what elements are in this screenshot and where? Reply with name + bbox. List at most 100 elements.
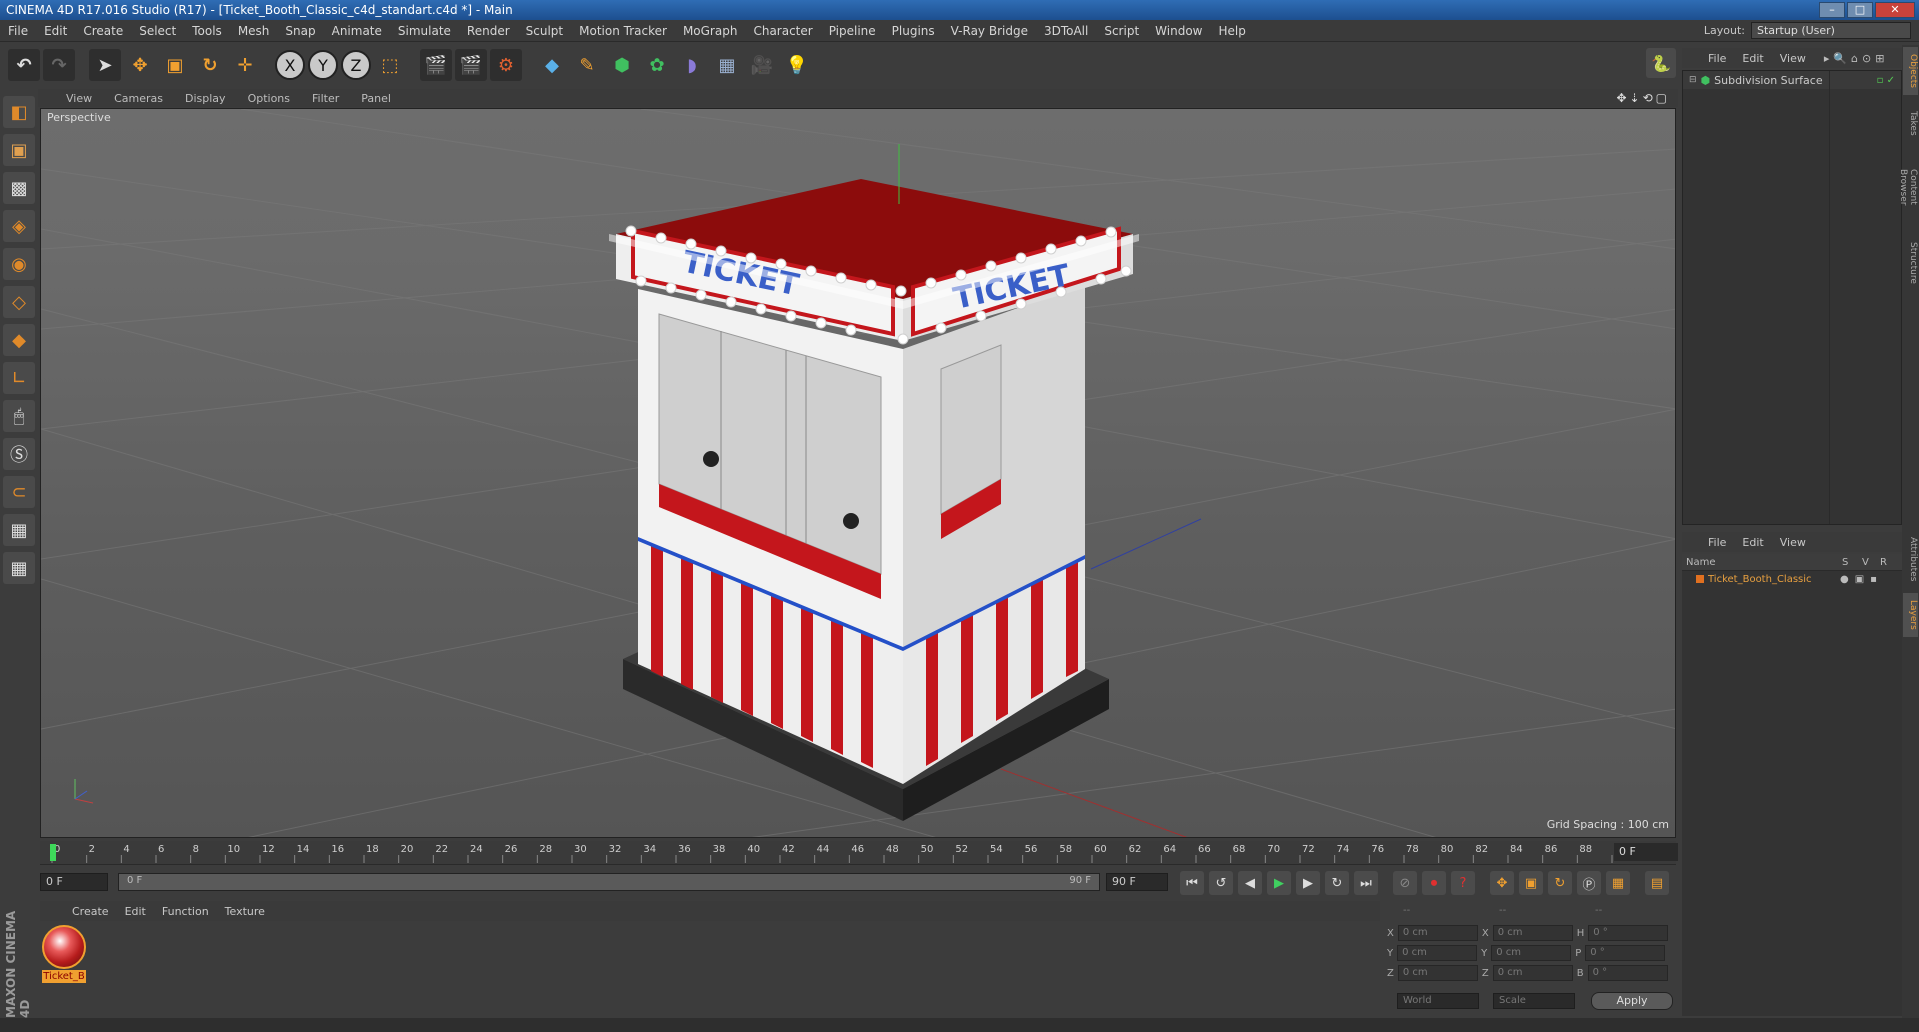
mograph-cloner-icon[interactable]: ✿ [641,49,673,81]
object-menu-edit[interactable]: Edit [1734,52,1771,65]
key-position-icon[interactable]: ✥ [1490,871,1514,895]
object-menu-view[interactable]: View [1772,52,1814,65]
menu-mesh[interactable]: Mesh [230,24,278,38]
viewport-menu-options[interactable]: Options [238,92,300,105]
key-parameter-icon[interactable]: Ⓟ [1577,871,1601,895]
layer-menu-edit[interactable]: Edit [1734,536,1771,549]
keyframe-selection-icon[interactable]: ⊘ [1393,871,1417,895]
material-menu-create[interactable]: Create [64,905,117,918]
previous-key-icon[interactable]: ↺ [1209,871,1233,895]
viewport-menu-cameras[interactable]: Cameras [104,92,173,105]
autokeying-icon[interactable]: ? [1451,871,1475,895]
rotation-b-field[interactable]: 0 ° [1587,965,1668,981]
viewport-menu-display[interactable]: Display [175,92,236,105]
object-menu-file[interactable]: File [1700,52,1734,65]
current-frame-field[interactable]: 0 F [1614,843,1678,861]
pen-spline-icon[interactable]: ✎ [571,49,603,81]
material-menu-edit[interactable]: Edit [117,905,154,918]
model-mode-icon[interactable]: ◧ [3,96,35,128]
go-to-end-icon[interactable]: ⏭ [1354,871,1378,895]
texture-mode-icon[interactable]: ▩ [3,172,35,204]
edges-mode-icon[interactable]: ◇ [3,286,35,318]
menu-select[interactable]: Select [131,24,184,38]
z-axis-lock-button[interactable]: Z [341,50,371,80]
render-settings-icon[interactable]: ⚙ [490,49,522,81]
playhead-marker[interactable] [50,844,56,861]
render-picture-viewer-icon[interactable]: 🎬 [455,49,487,81]
close-button[interactable]: ✕ [1875,2,1915,18]
rotate-icon[interactable]: ↻ [194,49,226,81]
key-point-level-icon[interactable]: ▦ [1606,871,1630,895]
position-z-field[interactable]: 0 cm [1397,965,1478,981]
key-rotation-icon[interactable]: ↻ [1548,871,1572,895]
next-frame-icon[interactable]: ▶ [1296,871,1320,895]
material-preview-sphere[interactable] [42,925,86,969]
perspective-viewport[interactable]: TICKET TICKET Perspective Grid Spacing:… [40,108,1676,838]
end-frame-field[interactable]: 90 F [1106,873,1168,891]
redo-icon[interactable]: ↷ [43,49,75,81]
maximize-button[interactable]: □ [1847,2,1873,18]
position-y-field[interactable]: 0 cm [1397,945,1478,961]
menu-sculpt[interactable]: Sculpt [518,24,571,38]
menu-window[interactable]: Window [1147,24,1210,38]
apply-button[interactable]: Apply [1591,992,1673,1010]
solo-icon[interactable]: Ⓢ [3,438,35,470]
viewport-menu-view[interactable]: View [56,92,102,105]
object-mode-icon[interactable]: ▣ [3,134,35,166]
tab-structure[interactable]: Structure [1903,233,1918,293]
menu-help[interactable]: Help [1210,24,1253,38]
size-z-field[interactable]: 0 cm [1492,965,1573,981]
points-mode-icon[interactable]: ◉ [3,248,35,280]
menu-mograph[interactable]: MoGraph [675,24,746,38]
menu-tools[interactable]: Tools [184,24,230,38]
expand-icon[interactable]: ⊟ [1689,75,1697,85]
layer-menu-file[interactable]: File [1700,536,1734,549]
subdivision-generator-icon[interactable]: ⬢ [606,49,638,81]
minimize-button[interactable]: – [1819,2,1845,18]
menu-motion-tracker[interactable]: Motion Tracker [571,24,675,38]
coordinate-system-icon[interactable]: ⬚ [374,49,406,81]
menu-character[interactable]: Character [745,24,820,38]
material-name-label[interactable]: Ticket_B [42,970,86,983]
object-manager-tools-icons[interactable]: ▸🔍⌂⊙⊞ [1824,52,1889,65]
tab-attributes[interactable]: Attributes [1903,529,1918,589]
tab-objects[interactable]: Objects [1903,47,1918,95]
position-x-field[interactable]: 0 cm [1397,925,1478,941]
start-frame-field[interactable]: 0 F [40,873,108,891]
select-cursor-icon[interactable]: ➤ [89,49,121,81]
layer-toggle-icons[interactable]: ●▣▪ [1840,574,1883,585]
camera-icon[interactable]: 🎥 [746,49,778,81]
tab-layers[interactable]: Layers [1903,593,1918,637]
snap-magnet-icon[interactable]: ⊂ [3,476,35,508]
size-x-field[interactable]: 0 cm [1492,925,1573,941]
size-y-field[interactable]: 0 cm [1491,945,1572,961]
timeline-ruler[interactable]: 0 2 4 6 8 10 12 14 16 18 20 22 24 26 28 30 32 34 36 38 40 42 4… [40,841,1676,865]
previous-frame-icon[interactable]: ◀ [1238,871,1262,895]
menu-create[interactable]: Create [75,24,131,38]
object-row-subdivision-surface[interactable]: ⊟ ⬢ Subdivision Surface ▫ ✓ [1683,71,1901,89]
tab-takes[interactable]: Takes [1903,103,1918,143]
menu-simulate[interactable]: Simulate [390,24,459,38]
cube-primitive-icon[interactable]: ◆ [536,49,568,81]
key-scale-icon[interactable]: ▣ [1519,871,1543,895]
workplane-icon[interactable]: ◈ [3,210,35,242]
floor-scene-icon[interactable]: ▦ [711,49,743,81]
light-icon[interactable]: 💡 [781,49,813,81]
record-active-objects-icon[interactable]: ⏺ [1422,871,1446,895]
menu-render[interactable]: Render [459,24,518,38]
menu-vray-bridge[interactable]: V-Ray Bridge [943,24,1036,38]
layer-row[interactable]: Ticket_Booth_Classic ●▣▪ [1682,571,1902,587]
move-icon[interactable]: ✥ [124,49,156,81]
x-axis-lock-button[interactable]: X [275,50,305,80]
ticket-booth-model[interactable]: TICKET TICKET [609,144,1139,821]
menu-script[interactable]: Script [1096,24,1147,38]
menu-animate[interactable]: Animate [324,24,390,38]
layout-dropdown[interactable]: Startup (User) [1751,22,1911,39]
deformer-icon[interactable]: ◗ [676,49,708,81]
preview-range-slider[interactable]: 0 F 90 F [118,873,1100,891]
next-key-icon[interactable]: ↻ [1325,871,1349,895]
coordinate-mode-dropdown[interactable]: World [1397,993,1479,1009]
tab-content-browser[interactable]: Content Browser [1898,147,1918,227]
material-menu-function[interactable]: Function [154,905,217,918]
live-select-icon[interactable]: ✛ [229,49,261,81]
